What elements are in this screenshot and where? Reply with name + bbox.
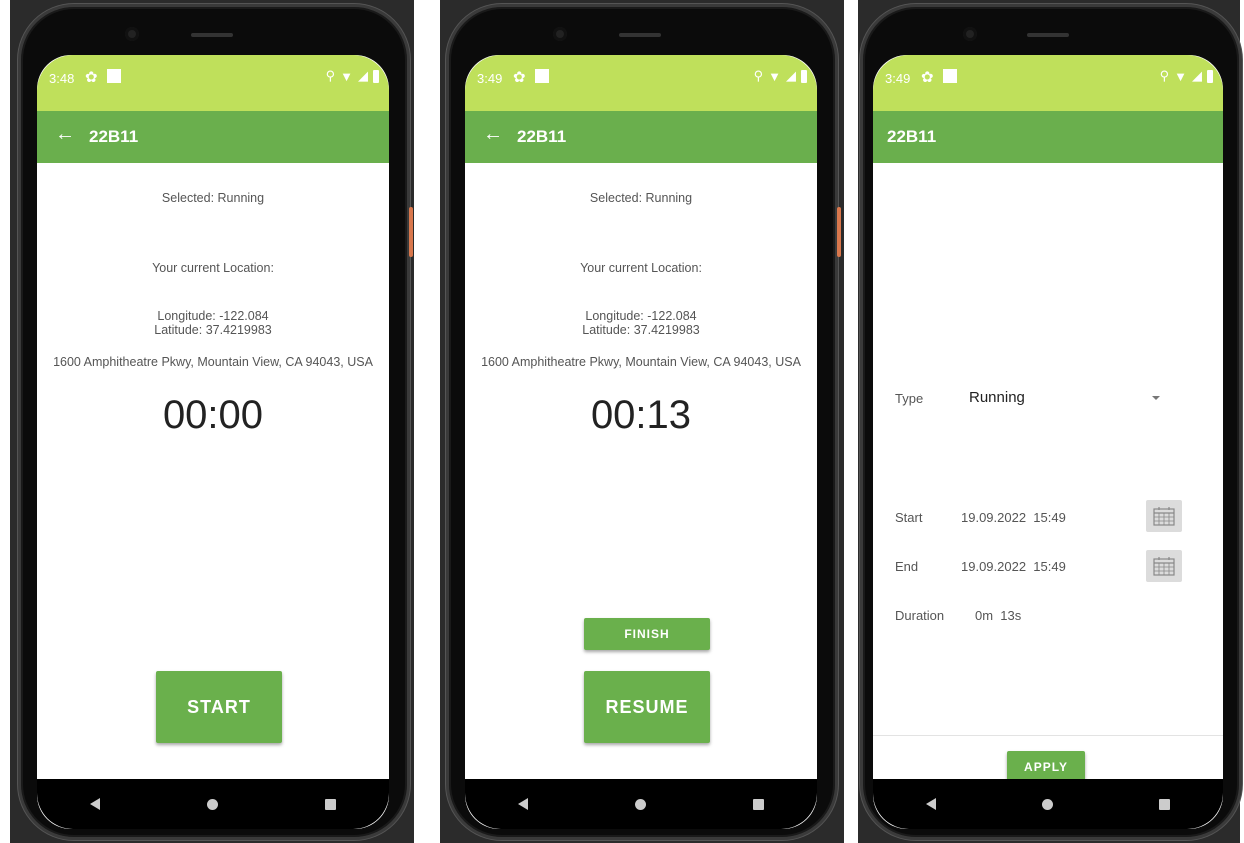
tracking-content: Selected: Running Your current Location:… [37,163,389,829]
notification-icon [943,69,957,83]
calendar-icon [1153,507,1175,526]
chevron-down-icon[interactable] [1152,396,1160,400]
nav-back-icon[interactable] [518,798,529,810]
form-divider [873,735,1223,736]
latitude-text: Latitude: 37.4219983 [154,323,272,337]
location-heading: Your current Location: [152,261,274,275]
status-bar: 3:49 ✿ ⚲ ▼ ◢ [873,55,1223,111]
arrow-left-icon[interactable]: ← [483,123,503,146]
notification-icon [107,69,121,83]
system-nav-bar [873,779,1223,829]
status-time: 3:49 [477,71,503,86]
nav-home-icon[interactable] [634,798,646,810]
end-datetime: 19.09.2022 15:49 [961,559,1066,574]
duration-label: Duration [895,608,945,623]
nav-back-icon[interactable] [926,798,936,810]
status-time: 3:49 [885,71,911,86]
system-nav-bar [37,779,389,829]
speaker-grille [1027,33,1069,37]
app-bar: ← 22B11 [37,111,389,163]
type-label: Type [895,391,924,406]
start-label: Start [895,510,923,525]
phone-3: 3:49 ✿ ⚲ ▼ ◢ 22B11 Type Running Start 19… [860,4,1242,840]
nav-recent-icon[interactable] [1159,798,1170,810]
front-camera [963,27,977,41]
signal-icon: ◢ [786,68,796,83]
battery-icon [373,69,379,83]
app-title: 22B11 [89,127,139,146]
start-button[interactable]: START [156,671,282,743]
location-heading: Your current Location: [580,261,702,275]
front-camera [125,27,139,41]
status-bar: 3:49 ✿ ⚲ ▼ ◢ [465,55,817,111]
battery-icon [1207,69,1213,83]
app-bar: 22B11 [873,111,1223,163]
power-button [837,207,841,257]
arrow-left-icon[interactable]: ← [55,123,75,146]
status-time: 3:48 [49,71,75,86]
location-pin-icon: ⚲ [753,68,764,83]
status-icons: ⚲ ▼ ◢ [1160,68,1213,84]
start-calendar-button[interactable] [1146,500,1182,532]
gear-icon: ✿ [921,69,934,86]
end-label: End [895,559,919,574]
battery-icon [801,69,807,83]
tracking-content: Selected: Running Your current Location:… [465,163,817,829]
timer-display: 00:13 [590,393,692,437]
nav-back-icon[interactable] [90,798,101,810]
notification-icon [535,69,549,83]
longitude-text: Longitude: -122.084 [157,309,269,323]
nav-home-icon[interactable] [1042,798,1053,810]
signal-icon: ◢ [1192,68,1202,83]
address-text: 1600 Amphitheatre Pkwy, Mountain View, C… [481,355,801,369]
nav-recent-icon[interactable] [752,798,764,810]
edit-activity-form: Type Running Start 19.09.2022 15:49 End … [873,163,1223,829]
screen-1: 3:48 ✿ ⚲ ▼ ◢ ← 22B11 Selected: Running Y… [37,55,389,829]
power-button [409,207,413,257]
app-title: 22B11 [887,127,937,146]
location-pin-icon: ⚲ [325,68,336,83]
selected-activity: Selected: Running [589,191,693,205]
app-title: 22B11 [517,127,567,146]
finish-button[interactable]: FINISH [584,618,710,650]
status-icons: ⚲ ▼ ◢ [326,68,379,84]
phone-1: 3:48 ✿ ⚲ ▼ ◢ ← 22B11 Selected: Running Y… [18,4,413,840]
start-datetime: 19.09.2022 15:49 [961,510,1066,525]
status-icons: ⚲ ▼ ◢ [754,68,807,84]
address-text: 1600 Amphitheatre Pkwy, Mountain View, C… [53,355,373,369]
screen-2: 3:49 ✿ ⚲ ▼ ◢ ← 22B11 Selected: Running Y… [465,55,817,829]
nav-recent-icon[interactable] [324,798,336,810]
location-pin-icon: ⚲ [1159,68,1170,83]
resume-button[interactable]: RESUME [584,671,710,743]
wifi-icon: ▼ [340,68,353,84]
duration-value: 0m 13s [975,608,1022,623]
system-nav-bar [465,779,817,829]
wifi-icon: ▼ [768,68,781,84]
status-bar: 3:48 ✿ ⚲ ▼ ◢ [37,55,389,111]
speaker-grille [619,33,661,37]
timer-display: 00:00 [162,393,264,437]
longitude-text: Longitude: -122.084 [585,309,697,323]
calendar-icon [1153,557,1175,576]
phone-2: 3:49 ✿ ⚲ ▼ ◢ ← 22B11 Selected: Running Y… [446,4,841,840]
app-bar: ← 22B11 [465,111,817,163]
selected-activity: Selected: Running [161,191,265,205]
signal-icon: ◢ [358,68,368,83]
type-dropdown[interactable]: Running [969,389,1025,406]
wifi-icon: ▼ [1174,68,1187,84]
front-camera [553,27,567,41]
gear-icon: ✿ [85,69,98,86]
screen-3: 3:49 ✿ ⚲ ▼ ◢ 22B11 Type Running Start 19… [873,55,1223,829]
gear-icon: ✿ [513,69,526,86]
end-calendar-button[interactable] [1146,550,1182,582]
speaker-grille [191,33,233,37]
latitude-text: Latitude: 37.4219983 [582,323,700,337]
nav-home-icon[interactable] [206,798,218,810]
